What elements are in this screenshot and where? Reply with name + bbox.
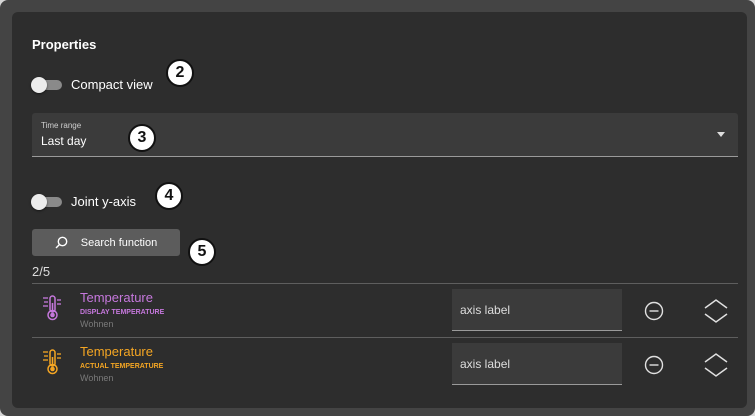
function-location: Wohnen	[80, 319, 114, 329]
toggle-knob	[31, 193, 47, 210]
reorder-chevrons-icon[interactable]	[702, 349, 730, 381]
callout-badge-5: 5	[188, 238, 216, 266]
joint-y-axis-toggle[interactable]	[31, 193, 62, 210]
time-range-label: Time range	[41, 121, 82, 130]
properties-panel: Properties Compact view 2 Time range Las…	[12, 12, 747, 408]
compact-view-label: Compact view	[71, 77, 153, 92]
list-divider	[32, 337, 738, 338]
search-function-button[interactable]: Search function	[32, 229, 180, 256]
dropdown-caret-icon	[717, 132, 725, 137]
function-row: Temperature DISPLAY TEMPERATURE Wohnen	[32, 285, 738, 337]
function-subtitle: DISPLAY TEMPERATURE	[80, 309, 165, 316]
axis-label-input[interactable]	[452, 289, 622, 331]
search-icon	[55, 236, 68, 249]
compact-view-toggle[interactable]	[31, 76, 62, 93]
thermometer-icon	[43, 295, 61, 321]
app-frame: Properties Compact view 2 Time range Las…	[0, 0, 755, 416]
selection-count: 2/5	[32, 264, 51, 279]
function-name: Temperature	[80, 290, 153, 305]
reorder-chevrons-icon[interactable]	[702, 295, 730, 327]
axis-label-input[interactable]	[452, 343, 622, 385]
remove-circle-icon[interactable]	[644, 301, 664, 321]
panel-title: Properties	[32, 37, 97, 52]
callout-badge-2: 2	[166, 59, 194, 87]
joint-y-axis-label: Joint y-axis	[71, 194, 137, 209]
callout-badge-3: 3	[128, 124, 156, 152]
callout-badge-4: 4	[155, 182, 183, 210]
time-range-value: Last day	[41, 134, 87, 148]
function-name: Temperature	[80, 344, 153, 359]
toggle-knob	[31, 76, 47, 93]
compact-view-row[interactable]: Compact view	[31, 76, 153, 93]
function-location: Wohnen	[80, 373, 114, 383]
search-function-label: Search function	[80, 236, 158, 249]
function-row: Temperature ACTUAL TEMPERATURE Wohnen	[32, 339, 738, 391]
list-divider	[32, 283, 738, 284]
joint-y-axis-row[interactable]: Joint y-axis	[31, 193, 137, 210]
function-subtitle: ACTUAL TEMPERATURE	[80, 363, 164, 370]
remove-circle-icon[interactable]	[644, 355, 664, 375]
thermometer-icon	[43, 349, 61, 375]
